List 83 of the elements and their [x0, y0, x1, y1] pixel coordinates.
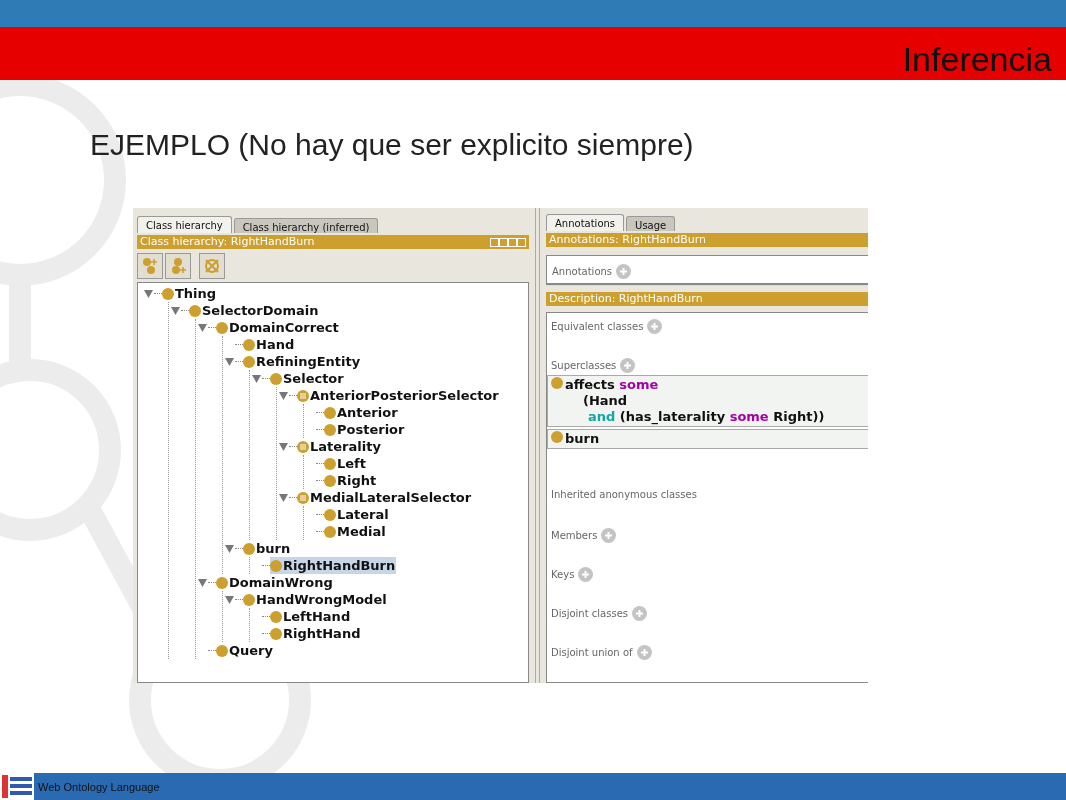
tree-item[interactable]: AnteriorPosteriorSelector — [297, 387, 500, 404]
class-expression: burn — [565, 431, 600, 447]
defined-class-icon — [297, 491, 309, 504]
expand-icon[interactable] — [251, 374, 261, 383]
view-header: Annotations: RightHandBurn — [546, 233, 868, 247]
class-icon — [324, 525, 336, 538]
tree-item[interactable]: Medial — [324, 523, 387, 540]
class-icon — [551, 431, 563, 443]
class-icon — [270, 372, 282, 385]
tree-item[interactable]: Selector — [270, 370, 345, 387]
defined-class-icon — [297, 440, 309, 453]
slide-subtitle: EJEMPLO (No hay que ser explicito siempre) — [90, 128, 694, 161]
footer-text: Web Ontology Language — [38, 780, 160, 793]
class-icon — [189, 304, 201, 317]
class-icon — [216, 321, 228, 334]
tree-item[interactable]: RightHandBurn — [270, 557, 397, 574]
expand-icon[interactable] — [197, 323, 207, 332]
section-label: Inherited anonymous classes — [551, 489, 697, 500]
section-label: Keys — [551, 569, 575, 580]
class-expression: affects some (Hand and (has_laterality some Right)) — [565, 377, 825, 425]
class-icon — [162, 287, 174, 300]
add-subclass-icon — [141, 257, 159, 275]
tree-item[interactable]: Anterior — [324, 404, 399, 421]
view-controls-icon[interactable] — [490, 237, 526, 247]
tab[interactable]: Class hierarchy — [137, 216, 232, 233]
class-icon — [216, 644, 228, 657]
tab[interactable]: Annotations — [546, 214, 625, 231]
section-label: Superclasses — [551, 360, 617, 371]
expand-icon[interactable] — [143, 289, 153, 298]
class-icon — [324, 423, 336, 436]
class-icon — [270, 559, 282, 572]
section-label: Members — [551, 530, 598, 541]
slide-title: Inferencia — [902, 39, 1052, 80]
tree-item[interactable]: Left — [324, 455, 367, 472]
expand-icon[interactable] — [224, 544, 234, 553]
class-icon — [270, 610, 282, 623]
tree-item[interactable]: Posterior — [324, 421, 406, 438]
expand-icon[interactable] — [278, 493, 288, 502]
expand-icon[interactable] — [170, 306, 180, 315]
expand-icon[interactable] — [278, 391, 288, 400]
tree-item[interactable]: RefiningEntity — [243, 353, 362, 370]
tree-item[interactable]: Hand — [243, 336, 296, 353]
expand-icon[interactable] — [224, 357, 234, 366]
tree-item[interactable]: DomainWrong — [216, 574, 334, 591]
tree-item[interactable]: Laterality — [297, 438, 382, 455]
delete-icon — [203, 257, 221, 275]
tab[interactable]: Class hierarchy (inferred) — [233, 218, 379, 233]
tree-item[interactable]: RightHand — [270, 625, 362, 642]
add-sibling-icon — [169, 257, 187, 275]
tree-item[interactable]: SelectorDomain — [189, 302, 320, 319]
class-icon — [243, 338, 255, 351]
view-header: Class hierarchy: RightHandBurn — [137, 235, 529, 249]
class-icon — [551, 377, 563, 389]
class-icon — [270, 627, 282, 640]
view-header: Description: RightHandBurn — [546, 292, 868, 306]
tree-item[interactable]: Query — [216, 642, 274, 659]
tree-item[interactable]: Right — [324, 472, 378, 489]
expand-icon[interactable] — [224, 595, 234, 604]
class-icon — [324, 508, 336, 521]
section-label: Annotations — [552, 266, 613, 277]
tree-item[interactable]: HandWrongModel — [243, 591, 388, 608]
class-icon — [324, 474, 336, 487]
class-icon — [243, 593, 255, 606]
class-icon — [243, 542, 255, 555]
tab[interactable]: Usage — [626, 216, 676, 231]
class-icon — [216, 576, 228, 589]
section-label: Equivalent classes — [551, 321, 644, 332]
class-expression-row[interactable]: affects some (Hand and (has_laterality some Right)) — [547, 375, 868, 427]
tree-item[interactable]: LeftHand — [270, 608, 352, 625]
tree-item[interactable]: burn — [243, 540, 292, 557]
tree-item[interactable]: Lateral — [324, 506, 390, 523]
expand-icon[interactable] — [197, 578, 207, 587]
class-icon — [243, 355, 255, 368]
tree-item[interactable]: Thing — [162, 285, 218, 302]
class-expression-row[interactable]: burn — [547, 429, 868, 449]
class-icon — [324, 406, 336, 419]
tree-item[interactable]: DomainCorrect — [216, 319, 340, 336]
section-label: Disjoint union of — [551, 647, 633, 658]
expand-icon[interactable] — [278, 442, 288, 451]
class-icon — [324, 457, 336, 470]
defined-class-icon — [297, 389, 309, 402]
section-label: Disjoint classes — [551, 608, 628, 619]
tree-item[interactable]: MedialLateralSelector — [297, 489, 473, 506]
